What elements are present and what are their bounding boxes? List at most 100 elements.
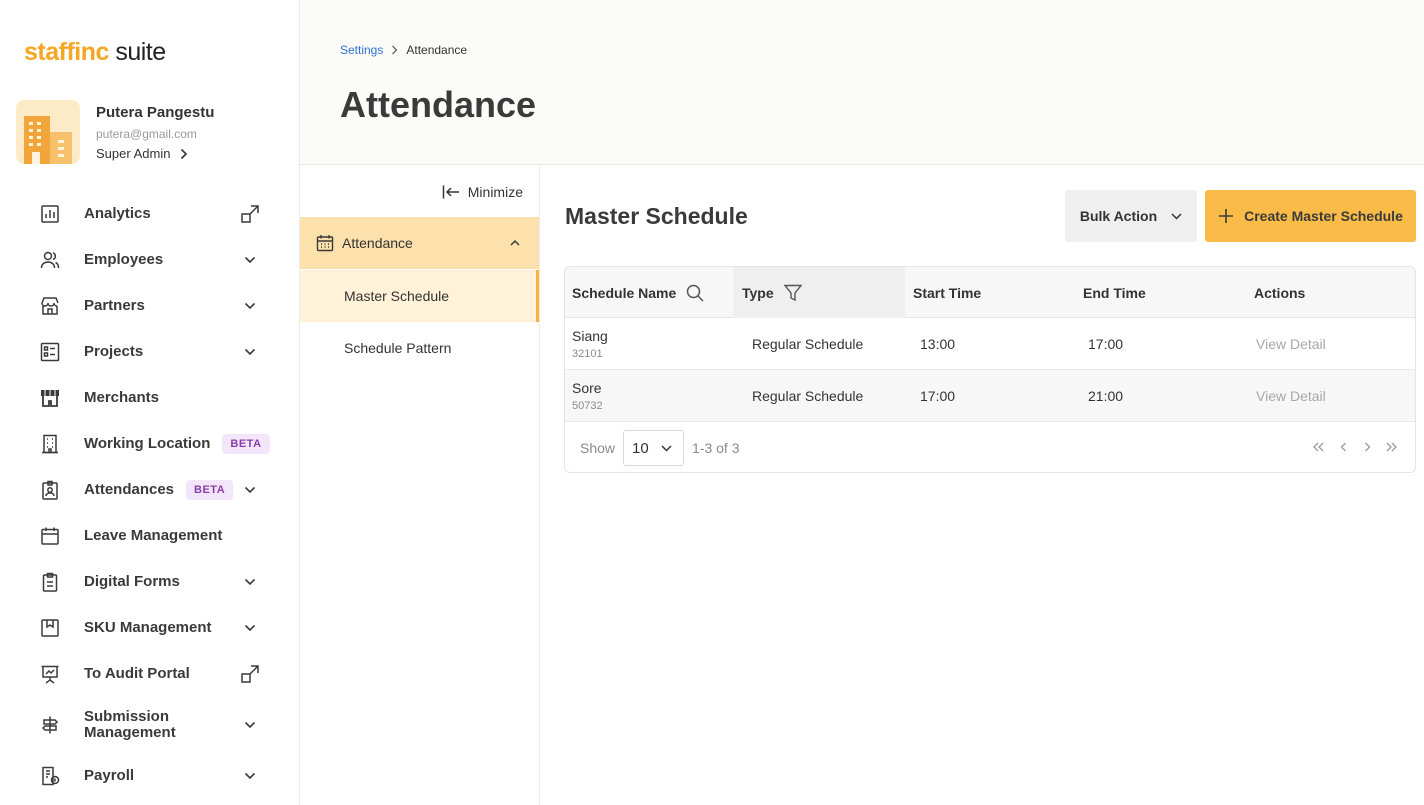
schedule-code: 32101 [572, 348, 603, 360]
sidebar-item-leave-management[interactable]: Leave Management [0, 513, 300, 559]
prev-page-icon[interactable] [1337, 439, 1349, 455]
schedule-name: Siang [572, 328, 608, 344]
sidebar: staffinc suite Putera Pangestu putera@gm… [0, 0, 300, 805]
shop-icon [40, 388, 60, 408]
schedule-type: Regular Schedule [752, 388, 864, 404]
sidebar-item-label: Partners [84, 297, 145, 314]
users-icon [40, 250, 60, 270]
next-page-icon[interactable] [1361, 439, 1373, 455]
beta-badge: BETA [186, 480, 234, 500]
chevron-down-icon [240, 296, 260, 316]
sidebar-item-label: Digital Forms [84, 573, 180, 590]
page-size-value: 10 [632, 439, 649, 457]
sidebar-item-sku-management[interactable]: SKU Management [0, 605, 300, 651]
user-role: Super Admin [96, 146, 171, 161]
bulk-action-label: Bulk Action [1079, 208, 1158, 224]
sidebar-item-label: SKU Management [84, 619, 212, 636]
sidebar-item-payroll[interactable]: Payroll [0, 753, 300, 799]
sidebar-item-attendances[interactable]: Attendances BETA [0, 467, 300, 513]
presentation-icon [40, 664, 60, 684]
sidebar-item-audit-portal[interactable]: To Audit Portal [0, 651, 300, 697]
chevron-down-icon [240, 715, 260, 735]
user-email: putera@gmail.com [96, 127, 197, 141]
sidebar-item-partners[interactable]: Partners [0, 283, 300, 329]
main-content: Master Schedule Bulk Action Create Maste… [540, 166, 1424, 805]
sidebar-item-label: Projects [84, 343, 144, 360]
bulk-action-button[interactable]: Bulk Action [1065, 190, 1197, 242]
chevron-up-icon [510, 239, 520, 246]
end-time: 17:00 [1088, 336, 1124, 352]
avatar [16, 100, 80, 164]
chart-icon [40, 204, 60, 224]
chevron-down-icon [1171, 212, 1182, 220]
sidebar-nav: Analytics Employees Partners Projects Me… [0, 191, 300, 799]
building-icon [40, 434, 60, 454]
chevron-down-icon [661, 444, 672, 452]
table-pagination: Show 10 1-3 of 3 [565, 422, 1415, 472]
chevron-right-icon [181, 148, 188, 159]
section-title: Master Schedule [565, 203, 748, 229]
sidebar-item-label: Leave Management [84, 527, 223, 544]
breadcrumb-settings-link[interactable]: Settings [340, 43, 383, 57]
end-time: 21:00 [1088, 388, 1124, 404]
view-detail-link[interactable]: View Detail [1256, 336, 1326, 352]
logo-brand: staffinc [24, 38, 109, 66]
sidebar-item-submission-management[interactable]: Submission Management [0, 697, 300, 753]
id-badge-icon [40, 480, 60, 500]
create-master-schedule-label: Create Master Schedule [1244, 208, 1403, 224]
chevron-down-icon [240, 342, 260, 362]
chevron-down-icon [240, 572, 260, 592]
subnav-group-attendance[interactable]: Attendance [300, 217, 539, 269]
start-time: 17:00 [920, 388, 956, 404]
search-icon[interactable] [686, 284, 704, 302]
page-title: Attendance [340, 84, 537, 125]
sidebar-item-label: Payroll [84, 767, 135, 784]
sidebar-item-merchants[interactable]: Merchants [0, 375, 300, 421]
column-header-end-time: End Time [1083, 284, 1146, 301]
sidebar-item-employees[interactable]: Employees [0, 237, 300, 283]
sidebar-item-label: Merchants [84, 389, 160, 406]
subnav-item-schedule-pattern[interactable]: Schedule Pattern [300, 322, 539, 374]
chevron-right-icon [392, 45, 398, 55]
subnav-item-master-schedule[interactable]: Master Schedule [300, 270, 539, 322]
calendar-icon [40, 526, 60, 546]
column-header-start-time: Start Time [913, 284, 982, 301]
sidebar-item-label: Employees [84, 251, 164, 268]
beta-badge: BETA [222, 434, 270, 454]
clipboard-icon [40, 572, 60, 592]
sidebar-item-working-location[interactable]: Working Location BETA [0, 421, 300, 467]
sidebar-item-label: To Audit Portal [84, 665, 190, 682]
user-profile[interactable]: Putera Pangestu putera@gmail.com Super A… [16, 100, 286, 164]
sidebar-item-analytics[interactable]: Analytics [0, 191, 300, 237]
column-header-schedule-name: Schedule Name [572, 267, 704, 318]
external-link-icon [240, 664, 260, 684]
minimize-button[interactable]: Minimize [442, 184, 523, 200]
first-page-icon[interactable] [1313, 439, 1325, 455]
user-name: Putera Pangestu [96, 104, 215, 121]
sidebar-item-digital-forms[interactable]: Digital Forms [0, 559, 300, 605]
pager-controls [1313, 439, 1397, 455]
sidebar-item-projects[interactable]: Projects [0, 329, 300, 375]
chevron-down-icon [240, 250, 260, 270]
column-header-actions: Actions [1254, 284, 1306, 301]
user-role-link[interactable]: Super Admin [96, 146, 188, 161]
plus-icon [1219, 209, 1234, 223]
page-size-select[interactable]: 10 [623, 430, 684, 466]
pagination-range: 1-3 of 3 [692, 440, 740, 456]
last-page-icon[interactable] [1385, 439, 1397, 455]
sidebar-item-label: Attendances [84, 481, 175, 498]
column-header-type: Type [733, 267, 905, 318]
view-detail-link[interactable]: View Detail [1256, 388, 1326, 404]
breadcrumb: Settings Attendance [340, 43, 467, 57]
logo-suffix: suite [108, 38, 166, 66]
sidebar-item-label: Working Location [84, 435, 211, 452]
show-label: Show [580, 440, 616, 456]
filter-icon[interactable] [783, 284, 802, 302]
table-row: Sore 50732 Regular Schedule 17:00 21:00 … [565, 370, 1415, 422]
app-logo[interactable]: staffinc suite [24, 38, 166, 67]
create-master-schedule-button[interactable]: Create Master Schedule [1205, 190, 1416, 242]
minimize-label: Minimize [467, 184, 523, 200]
chevron-down-icon [240, 480, 260, 500]
breadcrumb-current: Attendance [406, 43, 468, 57]
list-icon [40, 342, 60, 362]
